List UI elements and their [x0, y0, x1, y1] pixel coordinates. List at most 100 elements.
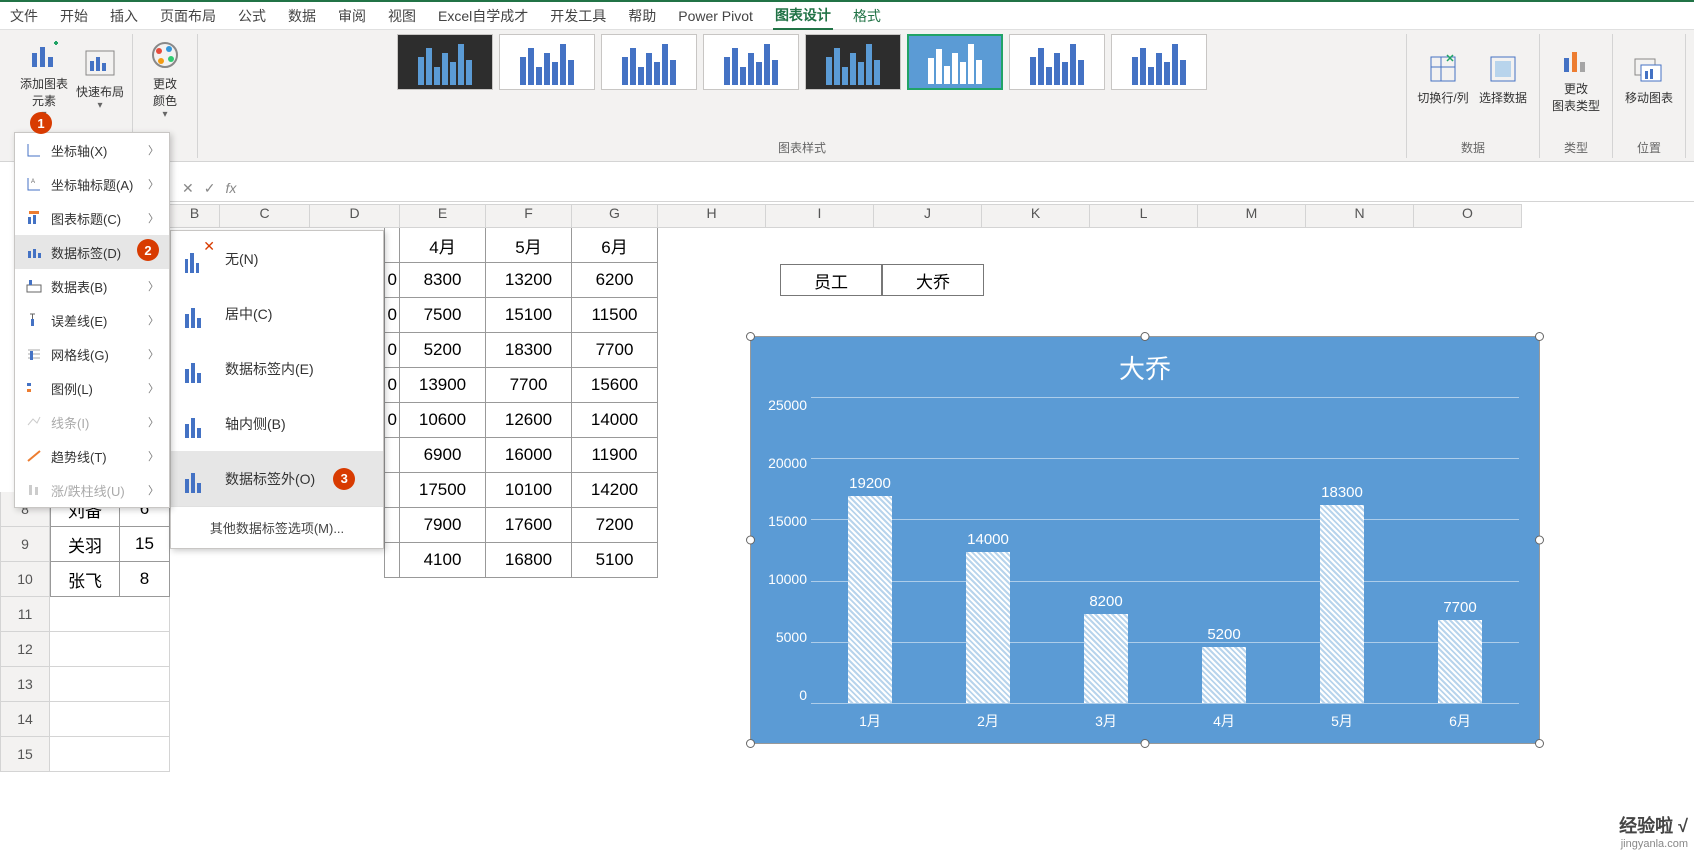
- cell[interactable]: 13900: [400, 368, 486, 403]
- bar[interactable]: 7700: [1425, 599, 1495, 703]
- cell-C10[interactable]: 8: [120, 562, 170, 597]
- cell-B10[interactable]: 张飞: [50, 562, 120, 597]
- submenu-inside-base[interactable]: 轴内侧(B): [171, 396, 383, 451]
- col-M[interactable]: M: [1198, 204, 1306, 228]
- cell[interactable]: 7500: [400, 298, 486, 333]
- menu-axis-title[interactable]: A坐标轴标题(A)〉: [15, 167, 169, 201]
- col-E[interactable]: E: [400, 204, 486, 228]
- submenu-none[interactable]: ✕无(N): [171, 231, 383, 286]
- submenu-more-options[interactable]: 其他数据标签选项(M)...: [171, 506, 383, 548]
- cell[interactable]: 11900: [572, 438, 658, 473]
- tab-developer[interactable]: 开发工具: [548, 3, 608, 29]
- submenu-inside-end[interactable]: 数据标签内(E): [171, 341, 383, 396]
- plot-area[interactable]: 25000 20000 15000 10000 5000 0 192001400…: [811, 397, 1519, 703]
- row-10[interactable]: 10: [0, 562, 50, 597]
- cell[interactable]: [50, 597, 170, 632]
- menu-legend[interactable]: 图例(L)〉: [15, 371, 169, 405]
- row-14[interactable]: 14: [0, 702, 50, 737]
- cell[interactable]: 11500: [572, 298, 658, 333]
- col-O[interactable]: O: [1414, 204, 1522, 228]
- cell[interactable]: 14000: [572, 403, 658, 438]
- chart-style-5[interactable]: [805, 34, 901, 90]
- resize-handle[interactable]: [746, 739, 755, 748]
- switch-row-col-button[interactable]: 切换行/列: [1415, 34, 1471, 124]
- col-G[interactable]: G: [572, 204, 658, 228]
- chart-style-6[interactable]: [907, 34, 1003, 90]
- row-12[interactable]: 12: [0, 632, 50, 667]
- cell[interactable]: 0: [384, 263, 400, 298]
- row-11[interactable]: 11: [0, 597, 50, 632]
- row-9[interactable]: 9: [0, 527, 50, 562]
- bar[interactable]: 8200: [1071, 593, 1141, 703]
- cell[interactable]: 7200: [572, 508, 658, 543]
- cell[interactable]: 10100: [486, 473, 572, 508]
- cell[interactable]: [384, 228, 400, 263]
- cell[interactable]: 16800: [486, 543, 572, 578]
- tab-data[interactable]: 数据: [286, 3, 318, 29]
- cell[interactable]: 6200: [572, 263, 658, 298]
- col-D[interactable]: D: [310, 204, 400, 228]
- cell[interactable]: 8300: [400, 263, 486, 298]
- menu-axis[interactable]: 坐标轴(X)〉: [15, 133, 169, 167]
- tab-view[interactable]: 视图: [386, 3, 418, 29]
- cell[interactable]: [384, 543, 400, 578]
- tab-format[interactable]: 格式: [851, 3, 883, 29]
- chart-style-8[interactable]: [1111, 34, 1207, 90]
- menu-gridlines[interactable]: 网格线(G)〉: [15, 337, 169, 371]
- cell[interactable]: [384, 508, 400, 543]
- col-H[interactable]: H: [658, 204, 766, 228]
- tab-layout[interactable]: 页面布局: [158, 3, 218, 29]
- cell[interactable]: 0: [384, 403, 400, 438]
- bar[interactable]: 5200: [1189, 626, 1259, 703]
- resize-handle[interactable]: [1535, 739, 1544, 748]
- col-I[interactable]: I: [766, 204, 874, 228]
- menu-error-bars[interactable]: 误差线(E)〉: [15, 303, 169, 337]
- cell[interactable]: 15600: [572, 368, 658, 403]
- cell[interactable]: [50, 702, 170, 737]
- col-C[interactable]: C: [220, 204, 310, 228]
- tab-chart-design[interactable]: 图表设计: [773, 2, 833, 30]
- select-data-button[interactable]: 选择数据: [1475, 34, 1531, 124]
- col-J[interactable]: J: [874, 204, 982, 228]
- chart-style-3[interactable]: [601, 34, 697, 90]
- move-chart-button[interactable]: 移动图表: [1621, 34, 1677, 124]
- cell-F-header[interactable]: 5月: [486, 228, 572, 263]
- tab-formulas[interactable]: 公式: [236, 3, 268, 29]
- cell[interactable]: 17500: [400, 473, 486, 508]
- cell[interactable]: 17600: [486, 508, 572, 543]
- submenu-center[interactable]: 居中(C): [171, 286, 383, 341]
- tab-file[interactable]: 文件: [8, 3, 40, 29]
- mini-cell-header2[interactable]: 大乔: [882, 264, 984, 296]
- row-15[interactable]: 15: [0, 737, 50, 772]
- quick-layout-button[interactable]: 快速布局: [76, 34, 124, 124]
- cell[interactable]: 14200: [572, 473, 658, 508]
- embedded-chart[interactable]: 大乔 25000 20000 15000 10000 5000 0 192001…: [750, 336, 1540, 744]
- bar[interactable]: 19200: [835, 475, 905, 703]
- tab-review[interactable]: 审阅: [336, 3, 368, 29]
- cell-C9[interactable]: 15: [120, 527, 170, 562]
- chart-title[interactable]: 大乔: [751, 337, 1539, 392]
- mini-cell-header1[interactable]: 员工: [780, 264, 882, 296]
- chart-style-1[interactable]: [397, 34, 493, 90]
- tab-powerpivot[interactable]: Power Pivot: [676, 5, 755, 27]
- cell[interactable]: 5100: [572, 543, 658, 578]
- bar[interactable]: 18300: [1307, 484, 1377, 703]
- change-chart-type-button[interactable]: 更改 图表类型: [1548, 34, 1604, 124]
- menu-trendline[interactable]: 趋势线(T)〉: [15, 439, 169, 473]
- cell[interactable]: 0: [384, 298, 400, 333]
- cell-B9[interactable]: 关羽: [50, 527, 120, 562]
- resize-handle[interactable]: [746, 536, 755, 545]
- submenu-outside-end[interactable]: 数据标签外(O) 3: [171, 451, 383, 506]
- col-K[interactable]: K: [982, 204, 1090, 228]
- col-F[interactable]: F: [486, 204, 572, 228]
- menu-chart-title[interactable]: 图表标题(C)〉: [15, 201, 169, 235]
- resize-handle[interactable]: [1535, 332, 1544, 341]
- cell[interactable]: 15100: [486, 298, 572, 333]
- cell[interactable]: [50, 667, 170, 702]
- cell[interactable]: 7900: [400, 508, 486, 543]
- change-colors-button[interactable]: 更改 颜色: [141, 34, 189, 124]
- tab-home[interactable]: 开始: [58, 3, 90, 29]
- cell[interactable]: 5200: [400, 333, 486, 368]
- confirm-icon[interactable]: ✓: [204, 180, 216, 197]
- resize-handle[interactable]: [1141, 739, 1150, 748]
